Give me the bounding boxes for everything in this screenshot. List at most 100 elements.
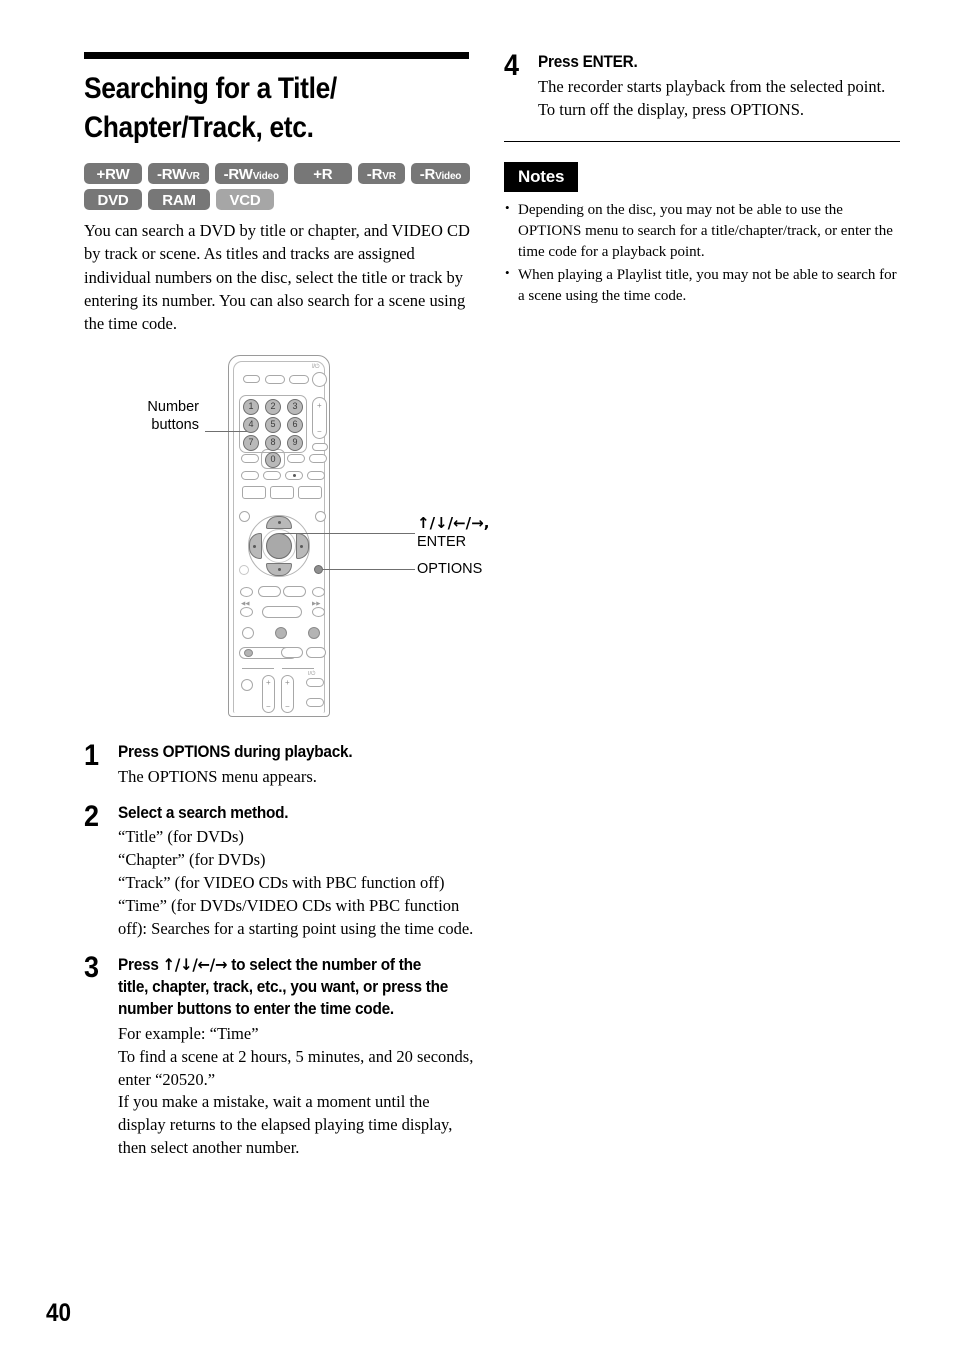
step-4: 4 Press ENTER. The recorder starts playb… <box>504 49 900 121</box>
callout-arrow-glyphs: ↑/↓/←/→, <box>417 513 490 532</box>
remote-divider-left <box>242 667 274 669</box>
remote-button-right-mid <box>312 442 328 451</box>
step-1: 1 Press OPTIONS during playback. The OPT… <box>84 741 476 789</box>
page-number: 40 <box>46 1299 72 1327</box>
remote-button-oval-4 <box>307 470 325 480</box>
step-3-arrow-glyphs: ↑/↓/←/→ <box>162 955 228 975</box>
transport-label-right: ▶▶ <box>312 600 321 607</box>
page-title-line2: Chapter/Track, etc. <box>84 110 314 144</box>
remote-transport-scan-fwd <box>312 606 325 617</box>
step-3-heading-pre: Press <box>118 956 163 975</box>
callout-enter-label: ↑/↓/←/→, ENTER <box>417 514 532 551</box>
remote-number-key-9: 9 <box>287 434 303 451</box>
bottom-power-label: I/⏻ <box>308 670 316 677</box>
disc-badge-row-1: +RW -RW VR -RW Video +R -R VR -R Video <box>84 163 476 185</box>
step-2-body: Select a search method. “Title” (for DVD… <box>118 803 476 941</box>
badge-dvd: DVD <box>84 189 142 211</box>
bottom-strip-1-plus: + <box>266 677 271 687</box>
step-2-number: 2 <box>84 799 100 833</box>
right-column: 4 Press ENTER. The recorder starts playb… <box>504 49 900 309</box>
remote-transport-fwd <box>283 585 306 597</box>
remote-button-bar-right2 <box>306 646 326 658</box>
dpad-right-dot <box>300 544 303 548</box>
step-3-number: 3 <box>84 951 100 985</box>
step-2: 2 Select a search method. “Title” (for D… <box>84 799 476 941</box>
remote-transport-prev <box>240 586 253 597</box>
remote-number-key-5: 5 <box>265 416 281 433</box>
badge-minus-rw-video: -RW Video <box>214 163 288 185</box>
remote-number-key-1: 1 <box>243 398 259 415</box>
remote-button-oval-2 <box>263 470 281 480</box>
notes-list: Depending on the disc, you may not be ab… <box>504 199 900 307</box>
badge-plus-rw: +RW <box>84 163 142 185</box>
page-title: Searching for a Title/Chapter/Track, etc… <box>84 70 429 147</box>
step-3: 3 Press ↑/↓/←/→ to select the number of … <box>84 951 476 1159</box>
notes-separator-rule <box>504 141 900 143</box>
volume-minus-label: − <box>317 426 322 436</box>
remote-button-rect-3 <box>298 485 322 499</box>
remote-number-key-6: 6 <box>287 416 303 433</box>
bottom-strip-2-minus: − <box>285 701 290 711</box>
remote-button-top-1 <box>243 374 260 383</box>
dpad-left-dot <box>253 544 256 548</box>
step-4-body: Press ENTER. The recorder starts playbac… <box>538 52 900 121</box>
remote-number-key-2: 2 <box>265 398 281 415</box>
remote-button-row0-right2 <box>309 453 327 463</box>
step-1-text: The OPTIONS menu appears. <box>118 766 317 786</box>
remote-play-button <box>262 605 302 618</box>
step-1-heading: Press OPTIONS during playback. <box>118 742 353 761</box>
note-item: When playing a Playlist title, you may n… <box>504 264 900 307</box>
bottom-strip-1-minus: − <box>266 701 271 711</box>
dpad-enter-button <box>266 532 292 559</box>
left-column: Searching for a Title/Chapter/Track, etc… <box>84 52 489 1160</box>
step-4-text: The recorder starts playback from the se… <box>538 76 886 119</box>
callout-enter-text: ENTER <box>417 533 467 550</box>
step-4-heading: Press ENTER. <box>538 53 638 71</box>
disc-format-badges: +RW -RW VR -RW Video +R -R VR -R Video DVD R… <box>84 163 476 211</box>
callout-enter-line <box>279 532 415 535</box>
badge-minus-rw-vr: -RW VR <box>148 163 209 185</box>
remote-transport-scan-back <box>240 606 253 617</box>
step-3-text: For example: “Time” To find a scene at 2… <box>118 1024 474 1157</box>
dpad-up-dot <box>278 520 281 524</box>
page-title-line1: Searching for a Title/ <box>84 72 337 105</box>
callout-options-label: OPTIONS <box>417 560 483 577</box>
step-1-body: Press OPTIONS during playback. The OPTIO… <box>118 742 476 789</box>
title-top-rule <box>84 52 469 59</box>
remote-number-key-7: 7 <box>243 434 259 451</box>
remote-number-key-0: 0 <box>265 451 281 468</box>
remote-stop-button <box>308 626 320 639</box>
callout-options-line <box>322 568 415 571</box>
power-symbol-label: I/⏻ <box>312 363 320 370</box>
note-item: Depending on the disc, you may not be ab… <box>504 199 900 263</box>
remote-button-oval-1 <box>241 470 259 480</box>
badge-minus-r-video: -R Video <box>410 163 471 185</box>
remote-button-right-of-dpad <box>315 510 326 522</box>
notes-header: Notes <box>504 162 579 193</box>
step-4-number: 4 <box>504 49 520 82</box>
remote-divider-right <box>282 667 314 669</box>
remote-transport-next <box>312 586 325 597</box>
callout-number-buttons-line <box>205 430 247 433</box>
bottom-strip-2-plus: + <box>285 677 290 687</box>
remote-transport-rev <box>258 585 281 597</box>
remote-button-circle-a <box>242 626 254 639</box>
remote-oval-3-dot <box>293 473 296 477</box>
remote-pause-button <box>275 626 287 639</box>
badge-ram: RAM <box>148 189 210 211</box>
manual-page: Searching for a Title/Chapter/Track, etc… <box>0 0 954 1352</box>
badge-vcd: VCD <box>216 189 274 211</box>
remote-control-figure: I/⏻ 1 2 3 4 5 6 7 8 9 0 + − ◀◀ ▶▶ + − + … <box>84 353 489 728</box>
remote-bottom-button-2 <box>306 697 324 707</box>
badge-plus-r: +R <box>293 163 352 185</box>
remote-number-key-3: 3 <box>287 398 303 415</box>
step-2-text: “Title” (for DVDs) “Chapter” (for DVDs) … <box>118 827 474 938</box>
volume-plus-label: + <box>317 400 322 410</box>
step-3-heading: Press ↑/↓/←/→ to select the number of th… <box>118 954 451 1021</box>
intro-paragraph: You can search a DVD by title or chapter… <box>84 221 470 333</box>
remote-button-bar-right1 <box>281 646 303 658</box>
notes-box: Notes Depending on the disc, you may not… <box>504 162 900 307</box>
remote-button-rect-1 <box>242 485 266 499</box>
badge-minus-r-vr: -R VR <box>357 163 405 185</box>
remote-return-button <box>239 564 249 575</box>
